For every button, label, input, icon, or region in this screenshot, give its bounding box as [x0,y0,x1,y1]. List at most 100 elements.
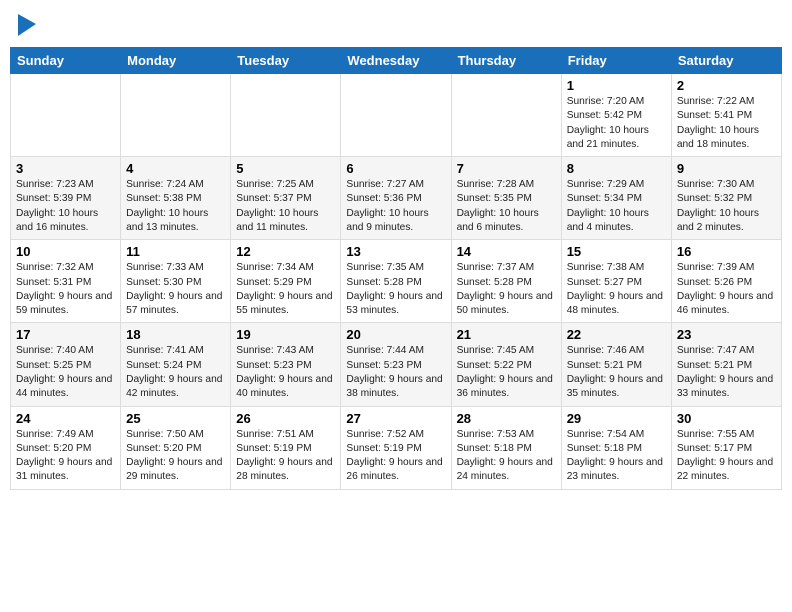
day-number: 13 [346,244,445,259]
day-info: Sunrise: 7:24 AMSunset: 5:38 PMDaylight:… [126,178,225,235]
page-header [10,10,782,39]
day-number: 8 [567,161,666,176]
calendar-body: 1Sunrise: 7:20 AMSunset: 5:42 PMDaylight… [11,74,782,490]
day-number: 28 [457,411,556,426]
day-info: Sunrise: 7:40 AMSunset: 5:25 PMDaylight:… [16,344,115,401]
day-number: 18 [126,327,225,342]
week-row-4: 24 Sunrise: 7:49 AMSunset: 5:20 PMDayligh… [11,406,782,489]
week-row-0: 1Sunrise: 7:20 AMSunset: 5:42 PMDaylight… [11,74,782,157]
day-cell: 9 Sunrise: 7:30 AMSunset: 5:32 PMDaylight… [671,157,781,240]
day-cell: 11 Sunrise: 7:33 AMSunset: 5:30 PMDayligh… [121,240,231,323]
day-cell: 26 Sunrise: 7:51 AMSunset: 5:19 PMDayligh… [231,406,341,489]
day-number: 6 [346,161,445,176]
day-number: 3 [16,161,115,176]
week-row-2: 10Sunrise: 7:32 AMSunset: 5:31 PMDayligh… [11,240,782,323]
day-number: 20 [346,327,445,342]
day-cell: 6 Sunrise: 7:27 AMSunset: 5:36 PMDaylight… [341,157,451,240]
day-cell: 20 Sunrise: 7:44 AMSunset: 5:23 PMDayligh… [341,323,451,406]
day-cell: 12 Sunrise: 7:34 AMSunset: 5:29 PMDayligh… [231,240,341,323]
day-info: Sunrise: 7:44 AMSunset: 5:23 PMDaylight:… [346,344,445,401]
day-number: 9 [677,161,776,176]
day-cell: 19 Sunrise: 7:43 AMSunset: 5:23 PMDayligh… [231,323,341,406]
weekday-header-row: SundayMondayTuesdayWednesdayThursdayFrid… [11,48,782,74]
day-info: Sunrise: 7:22 AMSunset: 5:41 PMDaylight:… [677,95,776,152]
day-number: 24 [16,411,115,426]
day-info: Sunrise: 7:29 AMSunset: 5:34 PMDaylight:… [567,178,666,235]
calendar-table: SundayMondayTuesdayWednesdayThursdayFrid… [10,47,782,490]
day-cell: 18 Sunrise: 7:41 AMSunset: 5:24 PMDayligh… [121,323,231,406]
day-info: Sunrise: 7:39 AMSunset: 5:26 PMDaylight:… [677,261,776,318]
day-cell: 8 Sunrise: 7:29 AMSunset: 5:34 PMDaylight… [561,157,671,240]
day-info: Sunrise: 7:45 AMSunset: 5:22 PMDaylight:… [457,344,556,401]
day-number: 26 [236,411,335,426]
day-cell: 29 Sunrise: 7:54 AMSunset: 5:18 PMDayligh… [561,406,671,489]
day-number: 19 [236,327,335,342]
day-cell: 25 Sunrise: 7:50 AMSunset: 5:20 PMDayligh… [121,406,231,489]
day-info: Sunrise: 7:49 AMSunset: 5:20 PMDaylight:… [16,428,115,485]
day-number: 2 [677,78,776,93]
day-info: Sunrise: 7:30 AMSunset: 5:32 PMDaylight:… [677,178,776,235]
day-cell: 22 Sunrise: 7:46 AMSunset: 5:21 PMDayligh… [561,323,671,406]
day-cell: 2 Sunrise: 7:22 AMSunset: 5:41 PMDaylight… [671,74,781,157]
day-cell: 28 Sunrise: 7:53 AMSunset: 5:18 PMDayligh… [451,406,561,489]
day-number: 10 [16,244,115,259]
weekday-sunday: Sunday [11,48,121,74]
day-cell: 24 Sunrise: 7:49 AMSunset: 5:20 PMDayligh… [11,406,121,489]
day-number: 17 [16,327,115,342]
day-info: Sunrise: 7:27 AMSunset: 5:36 PMDaylight:… [346,178,445,235]
day-cell [341,74,451,157]
day-info: Sunrise: 7:53 AMSunset: 5:18 PMDaylight:… [457,428,556,485]
day-cell [121,74,231,157]
day-number: 21 [457,327,556,342]
day-info: Sunrise: 7:35 AMSunset: 5:28 PMDaylight:… [346,261,445,318]
day-cell: 30 Sunrise: 7:55 AMSunset: 5:17 PMDayligh… [671,406,781,489]
day-cell: 3 Sunrise: 7:23 AMSunset: 5:39 PMDaylight… [11,157,121,240]
day-cell: 7 Sunrise: 7:28 AMSunset: 5:35 PMDaylight… [451,157,561,240]
day-cell: 15Sunrise: 7:38 AMSunset: 5:27 PMDayligh… [561,240,671,323]
day-cell: 5Sunrise: 7:25 AMSunset: 5:37 PMDaylight… [231,157,341,240]
weekday-tuesday: Tuesday [231,48,341,74]
day-cell: 23Sunrise: 7:47 AMSunset: 5:21 PMDayligh… [671,323,781,406]
day-info: Sunrise: 7:28 AMSunset: 5:35 PMDaylight:… [457,178,556,235]
day-number: 25 [126,411,225,426]
day-number: 11 [126,244,225,259]
day-info: Sunrise: 7:52 AMSunset: 5:19 PMDaylight:… [346,428,445,485]
day-cell: 21 Sunrise: 7:45 AMSunset: 5:22 PMDayligh… [451,323,561,406]
day-number: 1 [567,78,666,93]
week-row-1: 3 Sunrise: 7:23 AMSunset: 5:39 PMDaylight… [11,157,782,240]
day-cell: 27 Sunrise: 7:52 AMSunset: 5:19 PMDayligh… [341,406,451,489]
day-cell: 10Sunrise: 7:32 AMSunset: 5:31 PMDayligh… [11,240,121,323]
day-info: Sunrise: 7:33 AMSunset: 5:30 PMDaylight:… [126,261,225,318]
day-info: Sunrise: 7:41 AMSunset: 5:24 PMDaylight:… [126,344,225,401]
logo [16,14,36,35]
day-cell: 13 Sunrise: 7:35 AMSunset: 5:28 PMDayligh… [341,240,451,323]
day-number: 5 [236,161,335,176]
day-cell: 17 Sunrise: 7:40 AMSunset: 5:25 PMDayligh… [11,323,121,406]
day-info: Sunrise: 7:34 AMSunset: 5:29 PMDaylight:… [236,261,335,318]
day-number: 29 [567,411,666,426]
logo-text [16,14,36,39]
day-info: Sunrise: 7:50 AMSunset: 5:20 PMDaylight:… [126,428,225,485]
day-info: Sunrise: 7:51 AMSunset: 5:19 PMDaylight:… [236,428,335,485]
weekday-monday: Monday [121,48,231,74]
day-number: 7 [457,161,556,176]
day-info: Sunrise: 7:54 AMSunset: 5:18 PMDaylight:… [567,428,666,485]
weekday-friday: Friday [561,48,671,74]
day-cell: 4Sunrise: 7:24 AMSunset: 5:38 PMDaylight… [121,157,231,240]
day-info: Sunrise: 7:23 AMSunset: 5:39 PMDaylight:… [16,178,115,235]
day-number: 27 [346,411,445,426]
day-info: Sunrise: 7:43 AMSunset: 5:23 PMDaylight:… [236,344,335,401]
weekday-thursday: Thursday [451,48,561,74]
day-info: Sunrise: 7:37 AMSunset: 5:28 PMDaylight:… [457,261,556,318]
day-info: Sunrise: 7:46 AMSunset: 5:21 PMDaylight:… [567,344,666,401]
day-cell: 16 Sunrise: 7:39 AMSunset: 5:26 PMDayligh… [671,240,781,323]
day-number: 15 [567,244,666,259]
day-number: 22 [567,327,666,342]
weekday-wednesday: Wednesday [341,48,451,74]
day-number: 30 [677,411,776,426]
day-cell [451,74,561,157]
day-number: 12 [236,244,335,259]
day-info: Sunrise: 7:55 AMSunset: 5:17 PMDaylight:… [677,428,776,485]
day-number: 16 [677,244,776,259]
day-cell [231,74,341,157]
